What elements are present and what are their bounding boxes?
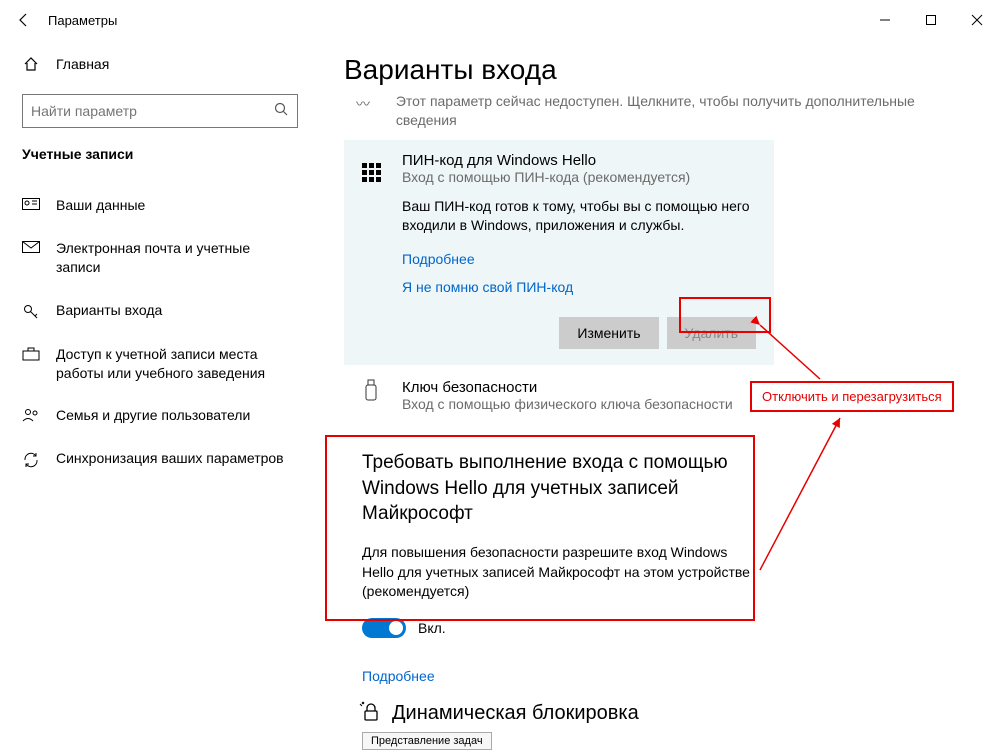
keypad-icon [362, 152, 388, 185]
pin-title: ПИН-код для Windows Hello [402, 152, 690, 169]
mail-icon [22, 241, 40, 253]
sidebar-item-work-access[interactable]: Доступ к учетной записи места работы или… [22, 333, 298, 395]
person-card-icon [22, 198, 40, 212]
nav-label: Семья и другие пользователи [56, 406, 250, 425]
nav-label: Варианты входа [56, 301, 162, 320]
require-hello-section: Требовать выполнение входа с помощью Win… [344, 436, 774, 656]
dynamic-lock-heading: Динамическая блокировка [392, 702, 639, 725]
more-link[interactable]: Подробнее [344, 668, 976, 684]
back-button[interactable] [4, 0, 44, 40]
page-title: Варианты входа [344, 54, 976, 86]
home-nav[interactable]: Главная [22, 44, 298, 84]
maximize-button[interactable] [908, 0, 954, 40]
close-button[interactable] [954, 0, 1000, 40]
unavailable-option[interactable]: 〰 Этот параметр сейчас недоступен. Щелкн… [344, 92, 976, 130]
security-key-subtitle: Вход с помощью физического ключа безопас… [402, 396, 733, 412]
nav-label: Доступ к учетной записи места работы или… [56, 345, 298, 383]
key-icon [22, 303, 40, 321]
sidebar: Главная Учетные записи Ваши данные Элект… [0, 40, 320, 712]
toggle-state: Вкл. [418, 620, 446, 636]
search-input[interactable] [31, 103, 274, 119]
briefcase-icon [22, 347, 40, 361]
require-hello-desc: Для повышения безопасности разрешите вхо… [362, 543, 756, 602]
sync-icon [22, 451, 40, 469]
sidebar-item-email[interactable]: Электронная почта и учетные записи [22, 227, 298, 289]
require-hello-heading: Требовать выполнение входа с помощью Win… [362, 450, 756, 527]
home-icon [22, 56, 40, 72]
pin-subtitle: Вход с помощью ПИН-кода (рекомендуется) [402, 169, 690, 185]
nav-label: Синхронизация ваших параметров [56, 449, 284, 468]
sidebar-item-signin-options[interactable]: Варианты входа [22, 289, 298, 333]
pin-body-text: Ваш ПИН-код готов к тому, чтобы вы с пом… [402, 197, 756, 236]
window-title: Параметры [48, 13, 117, 28]
search-icon [274, 102, 289, 121]
sidebar-item-sync[interactable]: Синхронизация ваших параметров [22, 437, 298, 481]
home-label: Главная [56, 56, 109, 72]
nav-label: Электронная почта и учетные записи [56, 239, 298, 277]
unavailable-icon: 〰 [356, 92, 382, 130]
pin-change-button[interactable]: Изменить [559, 317, 658, 349]
pin-forgot-link[interactable]: Я не помню свой ПИН-код [402, 278, 573, 298]
section-heading: Учетные записи [22, 146, 298, 162]
people-icon [22, 408, 40, 422]
pin-card: ПИН-код для Windows Hello Вход с помощью… [344, 140, 774, 365]
require-hello-toggle[interactable] [362, 618, 406, 638]
main-content: Варианты входа 〰 Этот параметр сейчас не… [320, 40, 1000, 712]
dynamic-lock-row: Динамическая блокировка [344, 700, 976, 728]
sidebar-item-your-info[interactable]: Ваши данные [22, 184, 298, 227]
minimize-button[interactable] [862, 0, 908, 40]
titlebar: Параметры [0, 0, 1000, 40]
annotation-callout: Отключить и перезагрузиться [750, 381, 954, 412]
unavailable-text: Этот параметр сейчас недоступен. Щелкнит… [396, 92, 976, 130]
sidebar-item-family[interactable]: Семья и другие пользователи [22, 394, 298, 437]
security-key-title: Ключ безопасности [402, 379, 733, 396]
task-view-button[interactable]: Представление задач [362, 732, 492, 750]
usb-key-icon [362, 379, 388, 412]
dynamic-lock-icon [358, 700, 380, 728]
pin-learn-more-link[interactable]: Подробнее [402, 250, 475, 270]
search-box[interactable] [22, 94, 298, 128]
pin-remove-button[interactable]: Удалить [667, 317, 756, 349]
nav-label: Ваши данные [56, 196, 145, 215]
